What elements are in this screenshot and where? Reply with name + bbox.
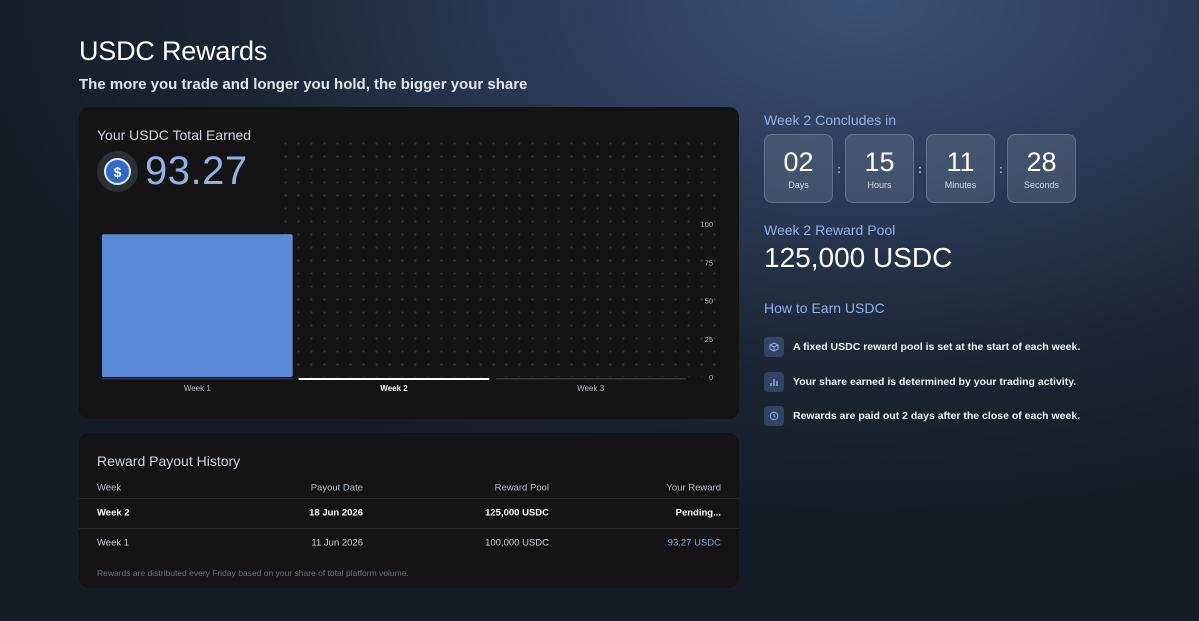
cell-payout-date: 18 Jun 2026: [309, 507, 363, 519]
chart-baseline-segment: [495, 378, 686, 380]
chart-x-tick-label: Week 3: [577, 384, 605, 393]
chart-baseline-segment: [298, 378, 490, 380]
payout-history-title: Reward Payout History: [97, 453, 241, 469]
cell-reward-pool: 125,000 USDC: [485, 507, 549, 519]
how-to-earn-item: Your share earned is determined by your …: [764, 365, 1080, 400]
countdown-timer: 02 Days : 15 Hours : 11 Minutes : 28 Sec…: [764, 134, 1076, 203]
how-to-earn-list: A fixed USDC reward pool is set at the s…: [764, 330, 1080, 434]
table-header-row: Week Payout Date Reward Pool Your Reward: [79, 477, 739, 499]
payout-history-card: Reward Payout History Week Payout Date R…: [79, 433, 739, 588]
how-to-earn-item: Rewards are paid out 2 days after the cl…: [764, 399, 1080, 434]
countdown-days-value: 02: [783, 147, 814, 177]
chart-y-tick-label: 100: [700, 220, 713, 229]
chart-y-tick-label: 0: [709, 373, 713, 382]
page-title: USDC Rewards: [79, 36, 268, 66]
how-to-earn-text: A fixed USDC reward pool is set at the s…: [793, 341, 1081, 354]
clock-icon: [764, 406, 784, 427]
countdown-hours: 15 Hours: [845, 134, 914, 203]
countdown-minutes-unit: Minutes: [944, 180, 977, 190]
countdown-hours-value: 15: [864, 147, 895, 177]
column-header-your-reward: Your Reward: [666, 482, 721, 493]
reward-pool-value: 125,000 USDC: [764, 242, 953, 273]
table-row: Week 2 18 Jun 2026 125,000 USDC Pending.…: [79, 499, 739, 529]
countdown-seconds-value: 28: [1026, 147, 1057, 177]
page-subtitle: The more you trade and longer you hold, …: [79, 76, 528, 93]
chart-x-tick-label: Week 1: [184, 384, 212, 393]
payout-history-table: Week Payout Date Reward Pool Your Reward…: [79, 477, 739, 558]
countdown-days: 02 Days: [764, 134, 833, 203]
table-row: Week 1 11 Jun 2026 100,000 USDC 93.27 US…: [79, 529, 739, 559]
countdown-minutes-value: 11: [946, 147, 975, 177]
earned-card: Your USDC Total Earned $ 93.27 Week 1 Wee…: [79, 107, 739, 419]
countdown-days-unit: Days: [788, 180, 809, 190]
chart-bar: [102, 234, 293, 377]
cell-your-reward: Pending...: [675, 507, 721, 519]
countdown-hours-unit: Hours: [867, 180, 892, 190]
countdown-seconds: 28 Seconds: [1007, 134, 1076, 203]
chart-baseline-segment: [102, 378, 293, 380]
column-header-payout-date: Payout Date: [310, 482, 363, 493]
cell-reward-pool: 100,000 USDC: [485, 537, 549, 549]
how-to-earn-text: Your share earned is determined by your …: [793, 375, 1077, 388]
countdown-separator: :: [918, 161, 922, 176]
cell-week: Week 1: [97, 537, 130, 549]
column-header-reward-pool: Reward Pool: [494, 482, 549, 493]
countdown-label: Week 2 Concludes in: [764, 112, 897, 128]
how-to-earn-item: A fixed USDC reward pool is set at the s…: [764, 330, 1080, 365]
column-header-week: Week: [97, 482, 122, 493]
reward-pool-label: Week 2 Reward Pool: [764, 222, 896, 238]
how-to-earn-text: Rewards are paid out 2 days after the cl…: [793, 410, 1081, 423]
countdown-seconds-unit: Seconds: [1023, 180, 1060, 190]
bar-chart-icon: [764, 371, 784, 392]
chart-x-tick-label: Week 2: [380, 384, 408, 393]
chart-y-tick-label: 25: [705, 335, 713, 344]
countdown-separator: :: [999, 161, 1003, 176]
how-to-earn-label: How to Earn USDC: [764, 300, 885, 316]
countdown-separator: :: [837, 161, 841, 176]
chart-y-tick-label: 50: [705, 297, 713, 306]
countdown-minutes: 11 Minutes: [926, 134, 995, 203]
payout-history-note: Rewards are distributed every Friday bas…: [97, 568, 409, 578]
cell-payout-date: 11 Jun 2026: [311, 537, 363, 549]
cell-your-reward: 93.27 USDC: [667, 537, 721, 549]
cube-icon: [764, 337, 784, 358]
cell-week: Week 2: [97, 507, 130, 519]
rewards-chart: Week 1 Week 2 Week 3 0 25 50 75 100: [102, 220, 713, 393]
chart-y-tick-label: 75: [705, 258, 713, 267]
